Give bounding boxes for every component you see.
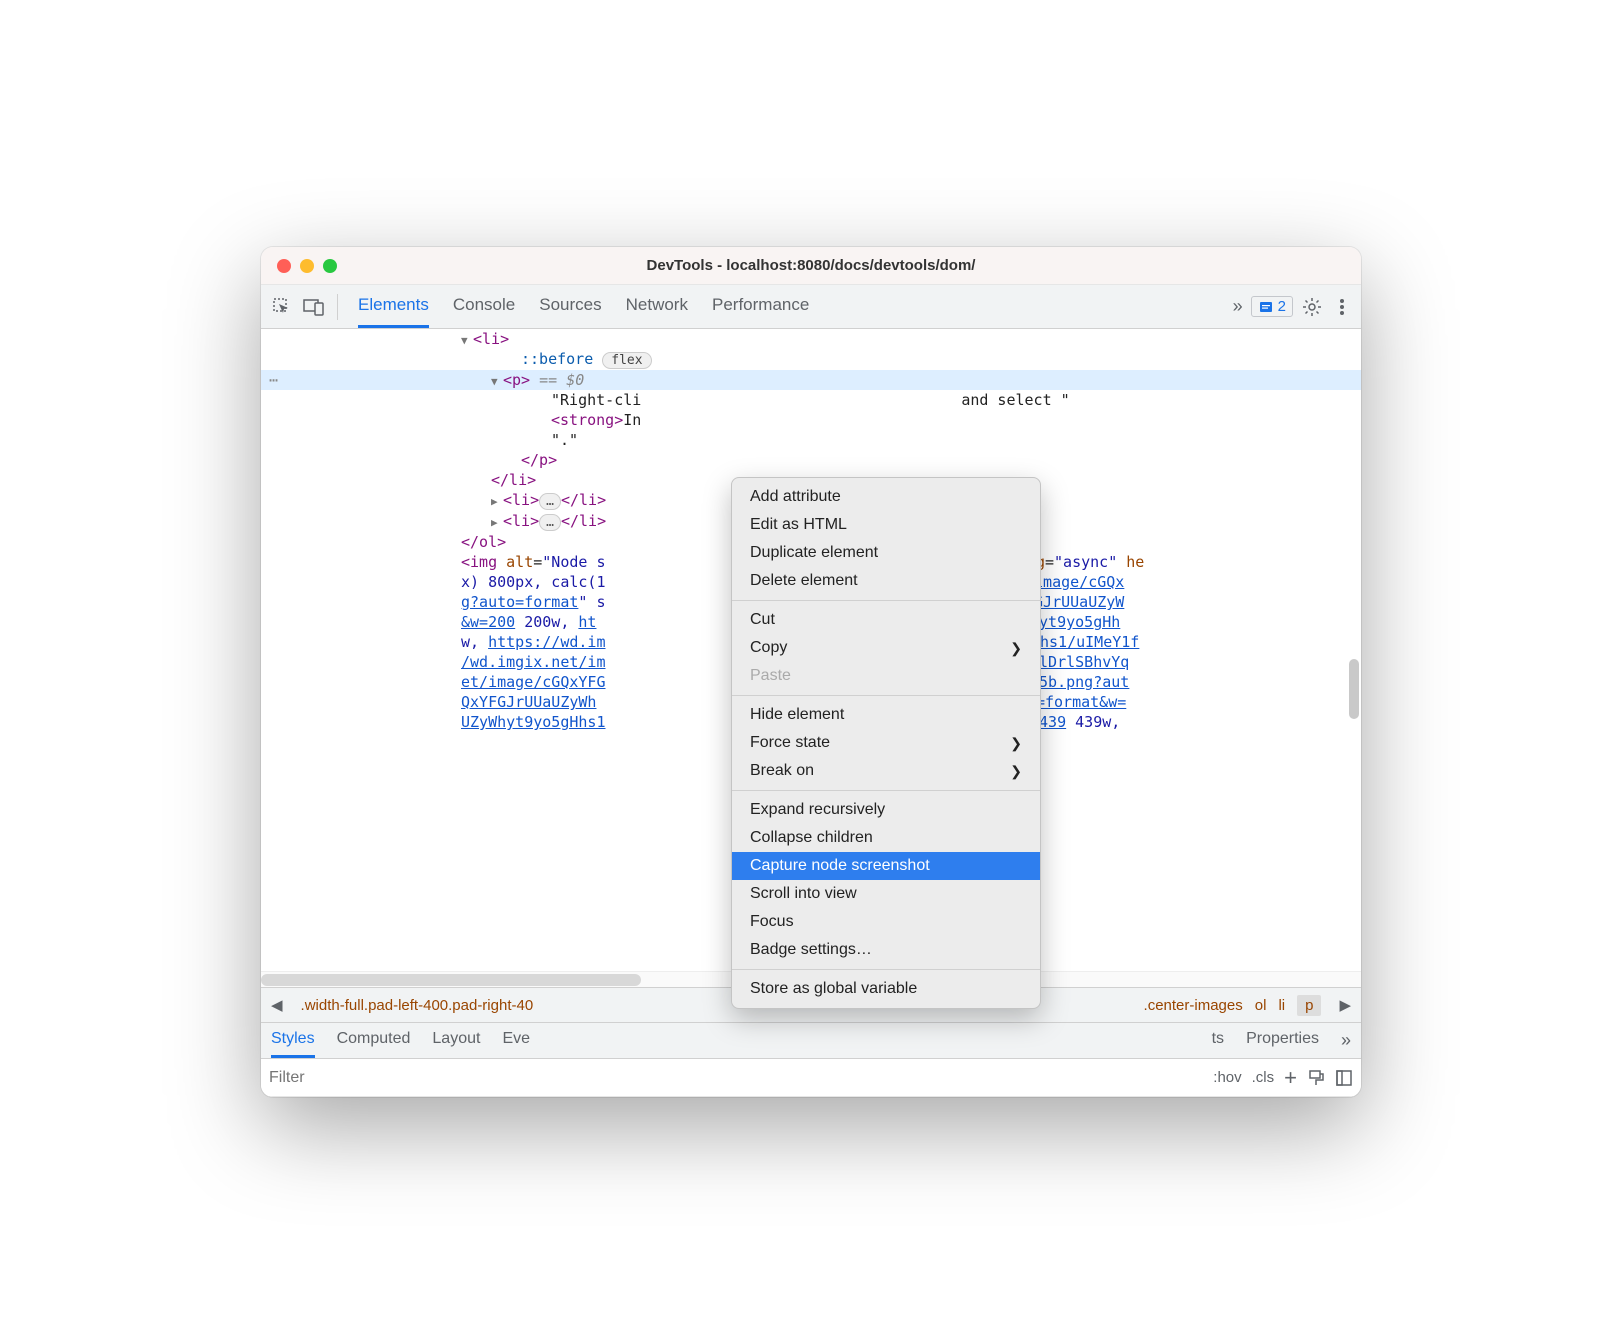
breadcrumb-item[interactable]: li — [1278, 997, 1285, 1014]
breadcrumb-right-caret-icon[interactable]: ▶ — [1333, 996, 1357, 1014]
styles-tab-partial[interactable]: Eve — [502, 1023, 530, 1058]
chevron-right-icon: ❯ — [1010, 735, 1022, 752]
cm-badge-settings[interactable]: Badge settings… — [732, 936, 1040, 964]
cm-capture-node-screenshot[interactable]: Capture node screenshot — [732, 852, 1040, 880]
issues-count: 2 — [1278, 298, 1286, 315]
breadcrumb-item[interactable]: ol — [1255, 997, 1267, 1014]
cm-paste: Paste — [732, 662, 1040, 690]
tree-line[interactable]: "Right-cliand select " — [261, 390, 1361, 410]
cm-add-attribute[interactable]: Add attribute — [732, 483, 1040, 511]
tab-sources[interactable]: Sources — [539, 285, 601, 328]
vertical-scrollbar[interactable] — [1349, 659, 1359, 719]
tree-line[interactable]: "." — [261, 430, 1361, 450]
main-tabs: Elements Console Sources Network Perform… — [358, 285, 1227, 328]
computed-panel-icon[interactable] — [1335, 1069, 1353, 1087]
cm-separator — [732, 790, 1040, 791]
styles-tab-computed[interactable]: Computed — [337, 1023, 411, 1058]
styles-tabs: Styles Computed Layout Eve ts Properties… — [261, 1023, 1361, 1059]
zoom-window-button[interactable] — [323, 259, 337, 273]
tree-line[interactable]: <strong>In — [261, 410, 1361, 430]
titlebar: DevTools - localhost:8080/docs/devtools/… — [261, 247, 1361, 285]
hov-toggle[interactable]: :hov — [1213, 1069, 1241, 1086]
inspect-icon[interactable] — [269, 294, 295, 320]
tab-console[interactable]: Console — [453, 285, 515, 328]
cm-copy[interactable]: Copy ❯ — [732, 634, 1040, 662]
new-style-rule-icon[interactable]: + — [1284, 1065, 1297, 1091]
tab-network[interactable]: Network — [626, 285, 688, 328]
device-toggle-icon[interactable] — [301, 294, 327, 320]
tab-elements[interactable]: Elements — [358, 285, 429, 328]
styles-tab-partial-right[interactable]: ts — [1212, 1023, 1224, 1058]
settings-gear-icon[interactable] — [1301, 296, 1323, 318]
cm-collapse-children[interactable]: Collapse children — [732, 824, 1040, 852]
cm-edit-as-html[interactable]: Edit as HTML — [732, 511, 1040, 539]
close-window-button[interactable] — [277, 259, 291, 273]
minimize-window-button[interactable] — [300, 259, 314, 273]
kebab-menu-icon[interactable] — [1331, 296, 1353, 318]
breadcrumb-item-current[interactable]: p — [1297, 995, 1321, 1016]
devtools-window: DevTools - localhost:8080/docs/devtools/… — [261, 247, 1361, 1097]
cm-break-on-label: Break on — [750, 762, 814, 780]
cm-separator — [732, 969, 1040, 970]
cm-separator — [732, 600, 1040, 601]
ellipsis-badge[interactable]: … — [539, 493, 561, 510]
cm-force-state[interactable]: Force state ❯ — [732, 729, 1040, 757]
cm-focus[interactable]: Focus — [732, 908, 1040, 936]
tree-line[interactable]: </p> — [261, 450, 1361, 470]
window-title: DevTools - localhost:8080/docs/devtools/… — [261, 257, 1361, 274]
paint-icon[interactable] — [1307, 1069, 1325, 1087]
cm-force-state-label: Force state — [750, 734, 830, 752]
cm-hide-element[interactable]: Hide element — [732, 701, 1040, 729]
cls-toggle[interactable]: .cls — [1252, 1069, 1275, 1086]
toolbar-divider — [337, 294, 338, 320]
tab-performance[interactable]: Performance — [712, 285, 809, 328]
tree-selected-line[interactable]: ⋯ ▼<p> == $0 — [261, 370, 1361, 390]
flex-badge[interactable]: flex — [602, 352, 651, 369]
horizontal-scroll-thumb[interactable] — [261, 974, 641, 986]
styles-tab-layout[interactable]: Layout — [432, 1023, 480, 1058]
cm-cut[interactable]: Cut — [732, 606, 1040, 634]
cm-break-on[interactable]: Break on ❯ — [732, 757, 1040, 785]
cm-separator — [732, 695, 1040, 696]
traffic-lights — [261, 259, 337, 273]
cm-copy-label: Copy — [750, 639, 787, 657]
cm-delete-element[interactable]: Delete element — [732, 567, 1040, 595]
chevron-right-icon: ❯ — [1010, 763, 1022, 780]
ellipsis-badge[interactable]: … — [539, 514, 561, 531]
tree-line[interactable]: ▼<li> — [261, 329, 1361, 349]
context-menu: Add attribute Edit as HTML Duplicate ele… — [731, 477, 1041, 1009]
more-tabs-chevron-icon[interactable]: » — [1233, 296, 1243, 317]
styles-tab-styles[interactable]: Styles — [271, 1023, 315, 1058]
cm-scroll-into-view[interactable]: Scroll into view — [732, 880, 1040, 908]
breadcrumb-item[interactable]: .center-images — [1144, 997, 1243, 1014]
more-styles-tabs-icon[interactable]: » — [1341, 1030, 1351, 1051]
chevron-right-icon: ❯ — [1010, 640, 1022, 657]
gutter-dots-icon[interactable]: ⋯ — [269, 371, 280, 389]
breadcrumb-left-caret-icon[interactable]: ◀ — [265, 996, 289, 1014]
filter-input[interactable] — [269, 1069, 1193, 1087]
cm-store-global[interactable]: Store as global variable — [732, 975, 1040, 1003]
issues-icon — [1258, 299, 1274, 315]
main-toolbar: Elements Console Sources Network Perform… — [261, 285, 1361, 329]
issues-badge[interactable]: 2 — [1251, 296, 1293, 317]
filter-bar: :hov .cls + — [261, 1059, 1361, 1097]
breadcrumb-item[interactable]: .width-full.pad-left-400.pad-right-40 — [301, 997, 534, 1014]
cm-duplicate-element[interactable]: Duplicate element — [732, 539, 1040, 567]
tree-line[interactable]: ::before flex — [261, 349, 1361, 370]
styles-tab-properties[interactable]: Properties — [1246, 1023, 1319, 1058]
cm-expand-recursively[interactable]: Expand recursively — [732, 796, 1040, 824]
toolbar-right: » 2 — [1233, 296, 1353, 318]
